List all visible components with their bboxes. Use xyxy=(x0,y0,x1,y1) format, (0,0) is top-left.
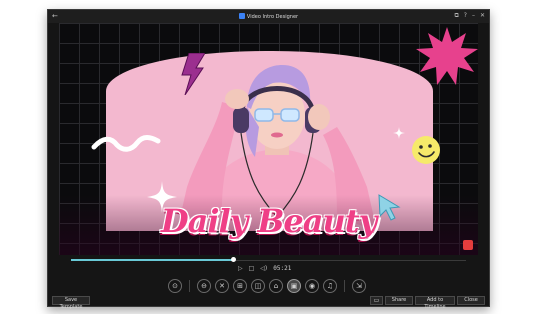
timeline-progress xyxy=(71,259,233,261)
squiggle-sticker-icon[interactable] xyxy=(91,133,161,153)
export-icon[interactable]: ⇲ xyxy=(352,279,366,293)
small-sparkle-icon xyxy=(393,127,405,139)
cut-icon[interactable]: ✕ xyxy=(215,279,229,293)
toolbar-divider xyxy=(344,280,345,292)
sticker-icon[interactable]: ◉ xyxy=(305,279,319,293)
playback-time: 05:21 xyxy=(273,264,292,272)
app-window: ← Video Intro Designer ⧉ ? – ✕ Daily Bea… xyxy=(47,9,490,310)
save-template-button[interactable]: Save Template xyxy=(52,296,90,310)
edit-toolbar: ⊙ ⊖ ✕ ⊞ ◫ ⌂ ▣ ◉ ♫ ⇲ xyxy=(168,278,366,294)
minimize-icon[interactable]: – xyxy=(472,12,475,20)
window-controls: ⧉ ? – ✕ xyxy=(454,12,485,20)
window-title: Video Intro Designer xyxy=(48,13,489,21)
timeline-handle[interactable] xyxy=(231,257,236,262)
window-title-text: Video Intro Designer xyxy=(246,14,299,20)
play-icon[interactable]: ▷ xyxy=(238,265,243,272)
close-button[interactable]: Close xyxy=(457,296,485,305)
add-to-timeline-button[interactable]: Add to Timeline xyxy=(415,296,455,310)
share-button[interactable]: Share xyxy=(385,296,413,305)
watermark-badge-icon[interactable] xyxy=(463,240,473,250)
share-options-icon[interactable]: ▭ xyxy=(370,296,383,305)
bottom-bar: Save Template ▭ Share Add to Timeline Cl… xyxy=(48,296,489,310)
crop-icon[interactable]: ⌂ xyxy=(269,279,283,293)
timeline-scrubber[interactable] xyxy=(59,257,478,262)
playback-controls: ▷ □ ◁) 05:21 xyxy=(238,263,291,273)
restore-icon[interactable]: ⧉ xyxy=(454,12,458,20)
help-icon[interactable]: ? xyxy=(464,12,467,20)
image-icon[interactable]: ▣ xyxy=(287,279,301,293)
music-icon[interactable]: ♫ xyxy=(323,279,337,293)
text-icon[interactable]: ◫ xyxy=(251,279,265,293)
settings-icon[interactable]: ⊙ xyxy=(168,279,182,293)
starburst-sticker-icon[interactable] xyxy=(416,27,478,85)
stop-icon[interactable]: □ xyxy=(249,265,255,272)
volume-icon[interactable]: ◁) xyxy=(260,265,267,272)
layout-icon[interactable]: ⊞ xyxy=(233,279,247,293)
preview-canvas[interactable]: Daily Beauty xyxy=(59,23,478,255)
close-icon[interactable]: ✕ xyxy=(480,12,485,20)
title-bar: ← Video Intro Designer ⧉ ? – ✕ xyxy=(48,10,489,23)
headline-text[interactable]: Daily Beauty xyxy=(59,203,478,239)
toolbar-divider xyxy=(189,280,190,292)
smiley-sticker-icon[interactable] xyxy=(411,135,441,165)
app-logo-icon xyxy=(238,13,245,19)
lightning-sticker-icon[interactable] xyxy=(179,53,205,95)
title-icon[interactable]: ⊖ xyxy=(197,279,211,293)
